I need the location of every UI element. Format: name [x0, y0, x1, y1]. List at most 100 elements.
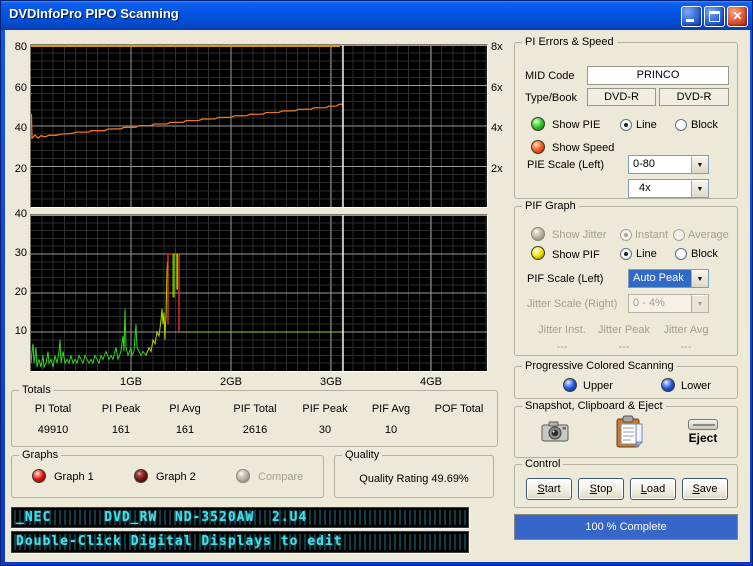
pif-graph: [30, 215, 487, 371]
xlabel-2gb: 2GB: [219, 376, 242, 388]
maximize-icon: [709, 11, 720, 22]
speed-tick-2x: 2x: [491, 163, 503, 175]
upper-label: Upper: [583, 380, 613, 392]
lower-label: Lower: [681, 380, 711, 392]
show-speed-label: Show Speed: [552, 142, 615, 154]
top-ytick-60: 60: [14, 82, 27, 94]
pi-total-col: PI Total 49910: [20, 403, 86, 436]
pie-scale-combobox[interactable]: 0-80 ▼: [628, 155, 709, 174]
pie-line-radio[interactable]: [620, 119, 632, 131]
graph1-led[interactable]: [32, 469, 46, 483]
pie-scale-value: 0-80: [633, 158, 656, 170]
stop-button[interactable]: Stop: [578, 478, 624, 500]
eject-button[interactable]: Eject: [681, 419, 725, 445]
jitter-average-label: Average: [688, 229, 729, 241]
pif-scale-value: Auto Peak: [629, 270, 691, 287]
book-field: DVD-R: [659, 88, 729, 106]
eject-label: Eject: [688, 431, 718, 445]
bot-ytick-40: 40: [14, 208, 27, 220]
window-title: DVDInfoPro PIPO Scanning: [9, 6, 179, 21]
totals-groupbox: Totals PI Total 49910 PI Peak 161 PI Avg 16…: [11, 384, 498, 447]
lower-led[interactable]: [661, 378, 675, 392]
control-title: Control: [522, 458, 564, 470]
show-pie-led[interactable]: [531, 117, 545, 131]
xlabel-3gb: 3GB: [319, 376, 342, 388]
pie-scale-label: PIE Scale (Left): [527, 159, 605, 171]
graph2-label: Graph 2: [156, 471, 196, 483]
show-speed-led[interactable]: [531, 140, 545, 154]
quality-rating: Quality Rating 49.69%: [359, 473, 469, 485]
clipboard-icon[interactable]: [615, 415, 645, 449]
show-jitter-led: [531, 227, 545, 241]
compare-led: [236, 469, 250, 483]
close-button[interactable]: ✕: [727, 6, 748, 27]
lcd-drive-text: _NEC DVD_RW ND-3520AW 2.U4: [16, 510, 308, 525]
compare-label: Compare: [258, 471, 304, 483]
totals-title: Totals: [19, 384, 54, 396]
pif-total-col: PIF Total 2616: [220, 403, 290, 436]
jitter-inst-value: ---: [556, 341, 568, 353]
progress-label: 100 % Complete: [585, 521, 667, 533]
pi-peak-col: PI Peak 161: [88, 403, 154, 436]
pif-line-radio[interactable]: [620, 248, 632, 260]
pof-total-col: POF Total: [434, 403, 484, 415]
camera-icon[interactable]: [541, 420, 569, 442]
bot-ytick-30: 30: [14, 247, 27, 259]
xlabel-4gb: 4GB: [419, 376, 442, 388]
chevron-down-icon: ▼: [691, 295, 708, 312]
load-button[interactable]: Load: [630, 478, 676, 500]
chevron-down-icon[interactable]: ▼: [691, 180, 708, 197]
top-ytick-40: 40: [14, 122, 27, 134]
pie-line-label: Line: [636, 119, 657, 131]
start-button[interactable]: Start: [526, 478, 572, 500]
pif-block-label: Block: [691, 248, 718, 260]
jitter-scale-value: 0 - 4%: [633, 297, 665, 309]
pif-graph-title: PIF Graph: [522, 200, 579, 212]
pif-scale-combobox[interactable]: Auto Peak ▼: [628, 269, 709, 288]
jitter-scale-combobox: 0 - 4% ▼: [628, 294, 709, 313]
pif-total-value: 2616: [242, 424, 268, 436]
speed-tick-6x: 6x: [491, 82, 503, 94]
title-bar[interactable]: DVDInfoPro PIPO Scanning ✕: [1, 1, 752, 30]
upper-led[interactable]: [563, 378, 577, 392]
save-button[interactable]: Save: [682, 478, 728, 500]
speed-tick-8x: 8x: [491, 41, 503, 53]
progressive-title: Progressive Colored Scanning: [522, 360, 677, 372]
jitter-peak-label: Jitter Peak: [598, 324, 650, 336]
pif-avg-value: 10: [384, 424, 398, 436]
graphs-groupbox: Graphs Graph 1 Graph 2 Compare: [11, 449, 324, 498]
chevron-down-icon[interactable]: ▼: [691, 270, 708, 287]
top-ytick-20: 20: [14, 163, 27, 175]
pif-plot: [30, 214, 488, 372]
show-jitter-label: Show Jitter: [552, 229, 607, 241]
lcd-drive-display[interactable]: _NEC DVD_RW ND-3520AW 2.U4: [11, 507, 469, 528]
bot-ytick-10: 10: [14, 325, 27, 337]
snapshot-title: Snapshot, Clipboard & Eject: [522, 400, 666, 412]
quality-groupbox: Quality Quality Rating 49.69%: [334, 449, 494, 498]
top-ytick-80: 80: [14, 41, 27, 53]
pif-peak-value: 30: [318, 424, 332, 436]
control-groupbox: Control Start Stop Load Save: [514, 458, 738, 508]
minimize-button[interactable]: [681, 6, 702, 27]
pie-block-label: Block: [691, 119, 718, 131]
close-icon: ✕: [732, 9, 743, 23]
pif-scale-label: PIF Scale (Left): [527, 273, 604, 285]
jitter-average-radio: [673, 229, 685, 241]
pie-block-radio[interactable]: [675, 119, 687, 131]
show-pie-label: Show PIE: [552, 119, 601, 131]
pi-avg-value: 161: [175, 424, 195, 436]
pi-errors-speed-groupbox: PI Errors & Speed MID Code PRINCO Type/B…: [514, 36, 738, 199]
speed-scale-combobox[interactable]: 4x ▼: [628, 179, 709, 198]
mid-code-field: PRINCO: [587, 66, 729, 85]
pif-block-radio[interactable]: [675, 248, 687, 260]
graph2-led[interactable]: [134, 469, 148, 483]
lcd-message-display[interactable]: Double-Click Digital Displays to edit: [11, 531, 469, 553]
maximize-button[interactable]: [704, 6, 725, 27]
pif-graph-groupbox: PIF Graph Show Jitter Instant Average Sh…: [514, 200, 738, 356]
chevron-down-icon[interactable]: ▼: [691, 156, 708, 173]
show-pif-led[interactable]: [531, 246, 545, 260]
speed-scale-value: 4x: [639, 182, 651, 194]
jitter-avg-value: ---: [680, 341, 692, 353]
show-pif-label: Show PIF: [552, 249, 600, 261]
type-book-label: Type/Book: [525, 92, 577, 104]
